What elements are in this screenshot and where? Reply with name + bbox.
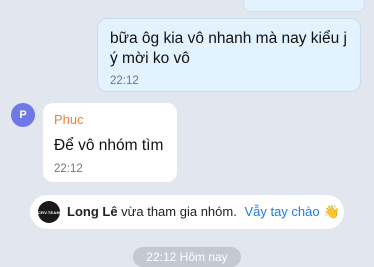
sender-name[interactable]: Phuc	[54, 112, 166, 127]
member-name[interactable]: Long Lê	[67, 204, 118, 219]
message-text: Để vô nhóm tìm	[54, 137, 164, 154]
date-separator: 22:12 Hôm nay	[133, 247, 241, 267]
message-time: 22:12	[110, 75, 139, 87]
waving-hand-icon[interactable]: 👋	[324, 204, 340, 219]
member-avatar[interactable]: CRV.TEAM	[38, 201, 60, 223]
outgoing-message-bubble[interactable]: bữa ôg kia vô nhanh mà nay kiểu j ý mời …	[97, 18, 361, 92]
message-text: bữa ôg kia vô nhanh mà nay kiểu j ý mời …	[110, 30, 347, 67]
message-time: 22:12	[54, 163, 83, 175]
sender-avatar[interactable]: P	[11, 103, 35, 127]
wave-button[interactable]: Vẫy tay chào	[244, 204, 319, 219]
system-notification: CRV.TEAM Long Lê vừa tham gia nhóm. Vẫy …	[30, 195, 344, 229]
incoming-message-bubble[interactable]: Phuc Để vô nhóm tìm 22:12	[43, 103, 177, 182]
system-text: Long Lê vừa tham gia nhóm. Vẫy tay chào 👋	[67, 204, 340, 220]
previous-message-bubble	[243, 0, 365, 12]
join-action-text: vừa tham gia nhóm.	[121, 204, 237, 219]
